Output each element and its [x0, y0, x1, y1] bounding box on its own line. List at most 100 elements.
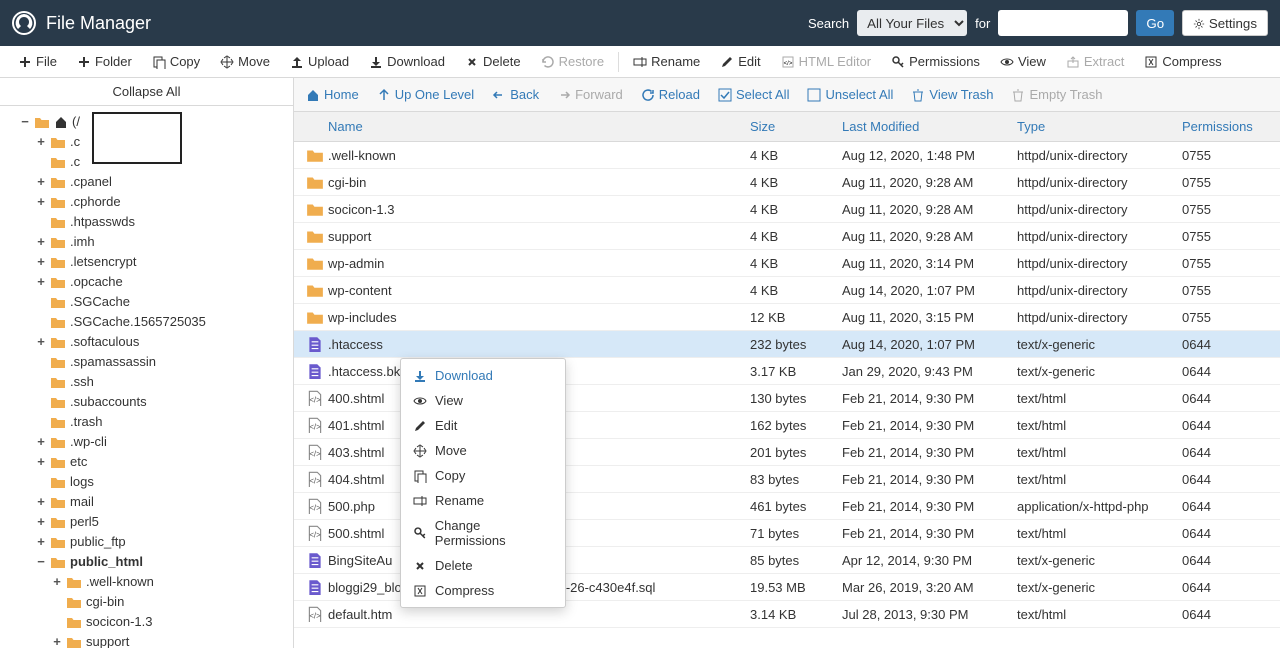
- nav-forward[interactable]: Forward: [557, 87, 623, 102]
- folder-icon: [50, 475, 66, 489]
- tree-item-label: logs: [70, 472, 94, 492]
- tree-item[interactable]: + .imh: [4, 232, 289, 252]
- tree-item-label: .SGCache: [70, 292, 130, 312]
- nav-unselect-all[interactable]: Unselect All: [807, 87, 893, 102]
- col-size[interactable]: Size: [750, 119, 842, 134]
- file-button[interactable]: File: [8, 46, 67, 78]
- extract-button[interactable]: Extract: [1056, 46, 1134, 78]
- cell-permissions: 0755: [1182, 175, 1280, 190]
- cell-type: text/html: [1017, 391, 1182, 406]
- html-editor-button[interactable]: HTML Editor: [771, 46, 881, 78]
- tree-item-label: .softaculous: [70, 332, 139, 352]
- folder-icon: [50, 275, 66, 289]
- cell-modified: Aug 11, 2020, 3:14 PM: [842, 256, 1017, 271]
- ctx-edit[interactable]: Edit: [401, 413, 565, 438]
- ctx-change-permissions[interactable]: Change Permissions: [401, 513, 565, 553]
- table-row[interactable]: .htaccess 232 bytes Aug 14, 2020, 1:07 P…: [294, 331, 1280, 358]
- delete-button[interactable]: Delete: [455, 46, 531, 78]
- tree-item[interactable]: + .opcache: [4, 272, 289, 292]
- copy-button[interactable]: Copy: [142, 46, 210, 78]
- move-button[interactable]: Move: [210, 46, 280, 78]
- table-row[interactable]: wp-admin 4 KB Aug 11, 2020, 3:14 PM http…: [294, 250, 1280, 277]
- nav-empty-trash[interactable]: Empty Trash: [1011, 87, 1102, 102]
- restore-button[interactable]: Restore: [531, 46, 615, 78]
- ctx-move[interactable]: Move: [401, 438, 565, 463]
- tree-item[interactable]: .spamassassin: [4, 352, 289, 372]
- tree-item[interactable]: .htpasswds: [4, 212, 289, 232]
- ctx-copy[interactable]: Copy: [401, 463, 565, 488]
- go-button[interactable]: Go: [1136, 10, 1174, 36]
- tree-item[interactable]: + support: [4, 632, 289, 648]
- tree-item-label: .trash: [70, 412, 103, 432]
- trash-icon: [911, 88, 925, 102]
- col-permissions[interactable]: Permissions: [1182, 119, 1280, 134]
- back-icon: [492, 88, 506, 102]
- tree-item[interactable]: + public_ftp: [4, 532, 289, 552]
- ctx-download[interactable]: Download: [401, 363, 565, 388]
- cell-size: 83 bytes: [750, 472, 842, 487]
- nav-back[interactable]: Back: [492, 87, 539, 102]
- tree-item[interactable]: + .cpanel: [4, 172, 289, 192]
- tree-item[interactable]: logs: [4, 472, 289, 492]
- nav-view-trash[interactable]: View Trash: [911, 87, 993, 102]
- tree-root[interactable]: − (/: [4, 112, 289, 132]
- edit-button[interactable]: Edit: [710, 46, 770, 78]
- tree-item[interactable]: + .wp-cli: [4, 432, 289, 452]
- compress-button[interactable]: Compress: [1134, 46, 1231, 78]
- col-modified[interactable]: Last Modified: [842, 119, 1017, 134]
- nav-up[interactable]: Up One Level: [377, 87, 475, 102]
- search-input[interactable]: [998, 10, 1128, 36]
- nav-reload[interactable]: Reload: [641, 87, 700, 102]
- col-type[interactable]: Type: [1017, 119, 1182, 134]
- settings-button[interactable]: Settings: [1182, 10, 1268, 36]
- tree-item-label: public_html: [70, 552, 143, 572]
- cell-type: text/html: [1017, 526, 1182, 541]
- table-row[interactable]: .well-known 4 KB Aug 12, 2020, 1:48 PM h…: [294, 142, 1280, 169]
- tree-item[interactable]: − public_html: [4, 552, 289, 572]
- tree-item[interactable]: + mail: [4, 492, 289, 512]
- table-row[interactable]: wp-content 4 KB Aug 14, 2020, 1:07 PM ht…: [294, 277, 1280, 304]
- tree-item[interactable]: cgi-bin: [4, 592, 289, 612]
- ctx-delete[interactable]: Delete: [401, 553, 565, 578]
- tree-item[interactable]: + perl5: [4, 512, 289, 532]
- table-row[interactable]: socicon-1.3 4 KB Aug 11, 2020, 9:28 AM h…: [294, 196, 1280, 223]
- tree-item[interactable]: socicon-1.3: [4, 612, 289, 632]
- table-row[interactable]: support 4 KB Aug 11, 2020, 9:28 AM httpd…: [294, 223, 1280, 250]
- tree-item[interactable]: .ssh: [4, 372, 289, 392]
- download-button[interactable]: Download: [359, 46, 455, 78]
- cell-permissions: 0755: [1182, 283, 1280, 298]
- nav-home[interactable]: Home: [306, 87, 359, 102]
- folder-button[interactable]: Folder: [67, 46, 142, 78]
- code-icon: [306, 498, 324, 514]
- table-row[interactable]: cgi-bin 4 KB Aug 11, 2020, 9:28 AM httpd…: [294, 169, 1280, 196]
- collapse-all-button[interactable]: Collapse All: [0, 78, 293, 106]
- view-button[interactable]: View: [990, 46, 1056, 78]
- tree-item[interactable]: + .letsencrypt: [4, 252, 289, 272]
- table-row[interactable]: wp-includes 12 KB Aug 11, 2020, 3:15 PM …: [294, 304, 1280, 331]
- cell-size: 4 KB: [750, 229, 842, 244]
- tree-item-label: .wp-cli: [70, 432, 107, 452]
- cell-name: socicon-1.3: [328, 202, 750, 217]
- ctx-view[interactable]: View: [401, 388, 565, 413]
- cell-size: 3.14 KB: [750, 607, 842, 622]
- ctx-rename[interactable]: Rename: [401, 488, 565, 513]
- tree-item[interactable]: + .softaculous: [4, 332, 289, 352]
- rename-button[interactable]: Rename: [623, 46, 710, 78]
- cell-modified: Feb 21, 2014, 9:30 PM: [842, 472, 1017, 487]
- col-name[interactable]: Name: [328, 119, 750, 134]
- nav-select-all[interactable]: Select All: [718, 87, 789, 102]
- tree-item[interactable]: + .cphorde: [4, 192, 289, 212]
- tree-item[interactable]: + .well-known: [4, 572, 289, 592]
- permissions-button[interactable]: Permissions: [881, 46, 990, 78]
- tree-item[interactable]: .subaccounts: [4, 392, 289, 412]
- upload-button[interactable]: Upload: [280, 46, 359, 78]
- tree-item[interactable]: + etc: [4, 452, 289, 472]
- tree-item[interactable]: .SGCache: [4, 292, 289, 312]
- search-scope-select[interactable]: All Your Files: [857, 10, 967, 36]
- cell-type: text/html: [1017, 472, 1182, 487]
- cell-modified: Aug 11, 2020, 9:28 AM: [842, 175, 1017, 190]
- ctx-compress[interactable]: Compress: [401, 578, 565, 603]
- tree-item[interactable]: .SGCache.1565725035: [4, 312, 289, 332]
- cell-type: text/x-generic: [1017, 553, 1182, 568]
- tree-item[interactable]: .trash: [4, 412, 289, 432]
